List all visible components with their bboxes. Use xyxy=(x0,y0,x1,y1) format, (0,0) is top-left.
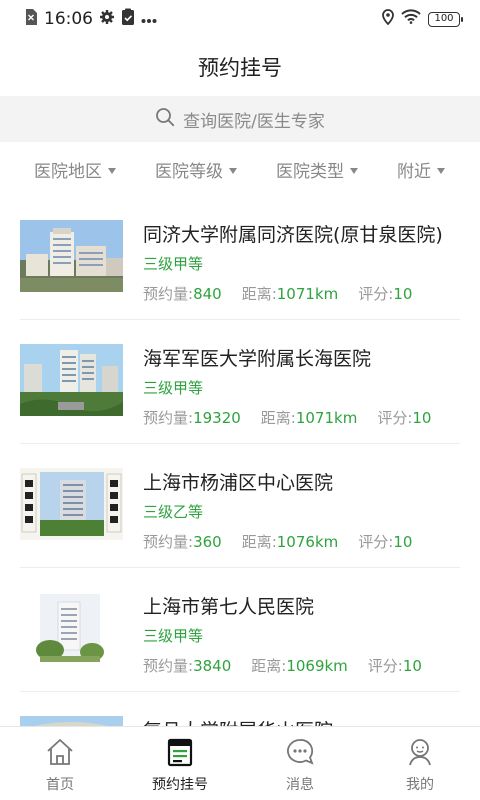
filter-region[interactable]: 医院地区 xyxy=(34,157,116,182)
filter-type[interactable]: 医院类型 xyxy=(276,157,358,182)
hospital-grade: 三级甲等 xyxy=(143,627,204,645)
hospital-photo xyxy=(20,592,123,664)
hospital-stats: 预约量:840 距离:1071km 评分:10 xyxy=(143,283,412,304)
status-bar: 16:06 100 xyxy=(0,0,480,38)
tab-label: 首页 xyxy=(46,777,74,793)
rating: 评分:10 xyxy=(377,409,432,427)
hospital-name: 复旦大学附属华山医院 xyxy=(143,716,333,726)
hospital-photo xyxy=(20,344,123,416)
caret-down-icon xyxy=(229,167,237,174)
filter-bar: 医院地区 医院等级 医院类型 附近 xyxy=(0,142,480,196)
home-icon xyxy=(45,737,75,771)
hospital-stats: 预约量:360 距离:1076km 评分:10 xyxy=(143,531,412,552)
hospital-name: 上海市杨浦区中心医院 xyxy=(143,472,334,494)
appointment-count: 预约量:840 xyxy=(143,285,222,303)
filter-label: 附近 xyxy=(397,162,431,182)
hospital-photo xyxy=(20,716,123,726)
tab-profile[interactable]: 我的 xyxy=(360,727,480,800)
distance: 距离:1071km xyxy=(260,409,358,427)
hospital-list-item[interactable]: 上海市杨浦区中心医院 三级乙等 预约量:360 距离:1076km 评分:10 xyxy=(20,444,460,568)
hospital-grade: 三级甲等 xyxy=(143,255,204,273)
hospital-stats: 预约量:19320 距离:1071km 评分:10 xyxy=(143,407,431,428)
rating: 评分:10 xyxy=(367,657,422,675)
caret-down-icon xyxy=(437,167,445,174)
rating: 评分:10 xyxy=(358,285,413,303)
hospital-stats: 预约量:3840 距离:1069km 评分:10 xyxy=(143,655,422,676)
hospital-list: 同济大学附属同济医院(原甘泉医院) 三级甲等 预约量:840 距离:1071km… xyxy=(0,196,480,726)
search-icon xyxy=(155,107,175,131)
search-bar[interactable]: 查询医院/医生专家 xyxy=(0,96,480,142)
user-profile-icon xyxy=(405,737,435,771)
distance: 距离:1069km xyxy=(251,657,348,675)
caret-down-icon xyxy=(108,167,116,174)
hospital-list-item[interactable]: 同济大学附属同济医院(原甘泉医院) 三级甲等 预约量:840 距离:1071km… xyxy=(20,196,460,320)
appointment-count: 预约量:360 xyxy=(143,533,222,551)
hospital-photo xyxy=(20,468,123,540)
search-placeholder: 查询医院/医生专家 xyxy=(183,111,325,132)
tab-messages[interactable]: 消息 xyxy=(240,727,360,800)
filter-nearby[interactable]: 附近 xyxy=(397,157,445,182)
appointment-register-icon xyxy=(165,737,195,771)
status-time: 16:06 xyxy=(44,9,93,29)
tab-label: 预约挂号 xyxy=(152,777,208,793)
battery-indicator: 100 xyxy=(428,11,463,27)
filter-grade[interactable]: 医院等级 xyxy=(155,157,237,182)
hospital-list-item[interactable]: 海军军医大学附属长海医院 三级甲等 预约量:19320 距离:1071km 评分… xyxy=(20,320,460,444)
hospital-grade: 三级乙等 xyxy=(143,503,204,521)
hospital-photo xyxy=(20,220,123,292)
hospital-list-item[interactable]: 上海市第七人民医院 三级甲等 预约量:3840 距离:1069km 评分:10 xyxy=(20,568,460,692)
tab-label: 消息 xyxy=(286,777,314,793)
no-sim-icon xyxy=(24,8,38,31)
rating: 评分:10 xyxy=(358,533,413,551)
hospital-name: 海军军医大学附属长海医院 xyxy=(143,348,372,370)
filter-label: 医院类型 xyxy=(276,162,344,182)
more-dots-icon xyxy=(141,9,157,29)
filter-label: 医院等级 xyxy=(155,162,223,182)
page-title: 预约挂号 xyxy=(198,56,282,80)
tab-label: 我的 xyxy=(406,777,434,793)
settings-gear-icon xyxy=(99,9,115,30)
hospital-name: 同济大学附属同济医院(原甘泉医院) xyxy=(143,224,443,246)
distance: 距离:1071km xyxy=(241,285,339,303)
hospital-list-item[interactable]: 复旦大学附属华山医院 xyxy=(20,692,460,726)
filter-label: 医院地区 xyxy=(34,162,102,182)
appointment-count: 预约量:19320 xyxy=(143,409,241,427)
chat-bubble-icon xyxy=(285,737,315,771)
distance: 距离:1076km xyxy=(241,533,339,551)
bottom-tab-bar: 首页 预约挂号 消息 我的 xyxy=(0,726,480,800)
location-pin-icon xyxy=(382,8,394,30)
clipboard-check-icon xyxy=(121,8,135,31)
wifi-icon xyxy=(401,9,421,29)
hospital-name: 上海市第七人民医院 xyxy=(143,596,315,618)
appointment-count: 预约量:3840 xyxy=(143,657,232,675)
tab-home[interactable]: 首页 xyxy=(0,727,120,800)
tab-appointment[interactable]: 预约挂号 xyxy=(120,727,240,800)
caret-down-icon xyxy=(350,167,358,174)
hospital-grade: 三级甲等 xyxy=(143,379,204,397)
